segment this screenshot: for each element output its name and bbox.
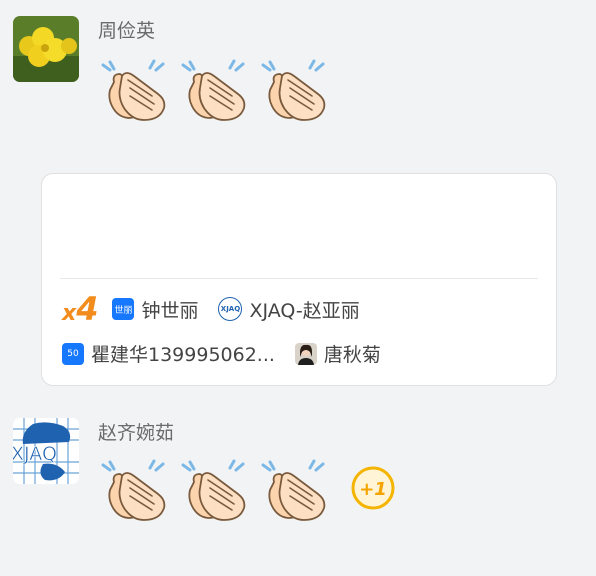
reaction-card[interactable]: x4 世丽 钟世丽 XJAQ XJAQ-赵亚丽 50 瞿建华139995062.…: [41, 173, 557, 386]
avatar[interactable]: XJAQ: [13, 418, 79, 484]
clap-emoji-icon: [100, 52, 172, 124]
person-photo-icon: [294, 342, 317, 365]
plus-one-button[interactable]: +1: [350, 465, 396, 511]
clap-emoji-icon: [180, 452, 252, 524]
reaction-row: [100, 52, 332, 124]
reaction-user-name[interactable]: 唐秋菊: [324, 340, 381, 367]
divider: [60, 278, 538, 279]
sender-name: 周俭英: [98, 20, 156, 42]
reaction-users-row: 50 瞿建华139995062... 唐秋菊: [62, 340, 381, 367]
avatar[interactable]: [13, 16, 79, 82]
reaction-users-row: x4 世丽 钟世丽 XJAQ XJAQ-赵亚丽: [62, 290, 360, 328]
clap-emoji-icon: [260, 452, 332, 524]
sender-name: 赵齐婉茹: [98, 422, 175, 444]
reaction-row: +1: [100, 452, 396, 524]
user-avatar: XJAQ: [218, 297, 243, 321]
user-avatar: [294, 342, 317, 365]
reaction-user-name[interactable]: 钟世丽: [141, 296, 198, 323]
clap-emoji-icon: [100, 452, 172, 524]
reaction-user-name[interactable]: XJAQ-赵亚丽: [249, 296, 359, 323]
xjaq-logo-icon: XJAQ: [13, 418, 79, 484]
reaction-user-name[interactable]: 瞿建华139995062...: [91, 340, 275, 367]
clap-emoji-icon: [180, 52, 252, 124]
clap-emoji-icon: [260, 52, 332, 124]
user-avatar: 50: [62, 342, 84, 365]
user-avatar: 世丽: [112, 298, 135, 320]
svg-text:+1: +1: [359, 479, 387, 500]
reaction-count: x4: [62, 290, 99, 328]
svg-text:XJAQ: XJAQ: [13, 443, 57, 465]
flower-photo-icon: [13, 16, 79, 82]
